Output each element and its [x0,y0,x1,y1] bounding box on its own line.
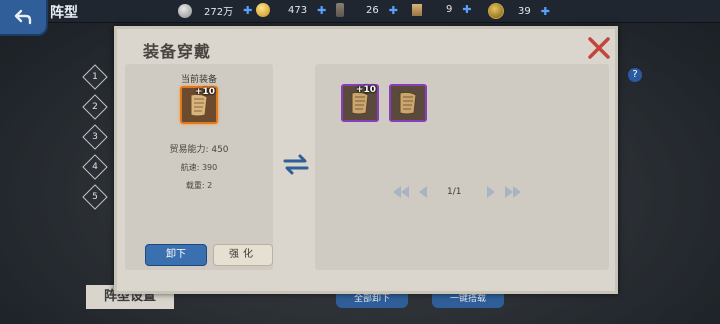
next-page-icon[interactable] [485,186,497,198]
sail-icon [399,91,417,115]
scroll-resource: 26 ✚ [336,3,398,17]
map-value: 9 [446,4,453,15]
current-equipment-label: 当前装备 [180,75,217,85]
inventory-item-2[interactable] [389,84,427,122]
scroll-value: 26 [366,4,379,16]
scroll-add-button[interactable]: ✚ [389,4,398,17]
medal-resource: 39 ✚ [488,3,550,19]
inventory-panel: +10 1/1 [315,64,609,270]
medal-add-button[interactable]: ✚ [541,5,550,18]
map-resource: 9 ✚ [412,3,472,16]
inventory-item-1[interactable]: +10 [341,84,379,122]
page-indicator: 1/1 [447,187,462,197]
swap-arrows-icon [283,154,309,175]
side-tab-label: 2 [92,102,98,112]
side-tab-label: 1 [92,72,98,82]
back-arrow-icon [14,9,32,25]
medal-value: 39 [518,5,531,17]
prev-page-icon[interactable] [417,186,429,198]
current-equipment-panel: 当前装备 +10 贸易能力: 450 航速: 390 载重: 2 卸下 强化 [125,64,273,270]
silver-coin-icon [178,3,192,18]
side-tab-label: 4 [92,162,98,172]
gold-coin-icon [256,3,270,17]
gold-resource: 473 ✚ [256,3,326,17]
page-title: 阵型 [50,5,78,21]
enhance-button[interactable]: 强化 [213,244,273,266]
load-stat: 载重: 2 [185,181,213,190]
close-icon[interactable] [586,35,612,61]
current-item-slot[interactable]: +10 [180,86,218,124]
silver-add-button[interactable]: ✚ [243,4,252,17]
gold-add-button[interactable]: ✚ [317,4,326,17]
help-icon[interactable]: ? [628,68,642,82]
trade-stat: 贸易能力: 450 [169,145,229,155]
unload-button[interactable]: 卸下 [145,244,207,266]
speed-stat: 航速: 390 [180,163,218,172]
equip-dialog: 装备穿戴 当前装备 +10 贸易能力: 450 航速: 390 载重: 2 卸下… [114,26,618,294]
dialog-title: 装备穿戴 [143,42,212,61]
silver-value: 272万 [204,7,234,18]
side-tab-label: 5 [92,192,98,202]
back-button[interactable] [0,0,48,36]
gold-value: 473 [288,4,308,16]
scroll-icon [336,3,344,17]
map-add-button[interactable]: ✚ [462,3,471,16]
first-page-icon[interactable] [391,186,411,198]
map-icon [412,3,422,16]
side-tab-label: 3 [92,132,98,142]
last-page-icon[interactable] [503,186,523,198]
silver-resource: 272万 ✚ [178,3,252,18]
medal-icon [488,3,504,19]
item-level: +10 [355,85,376,95]
item-level: +10 [194,87,215,97]
